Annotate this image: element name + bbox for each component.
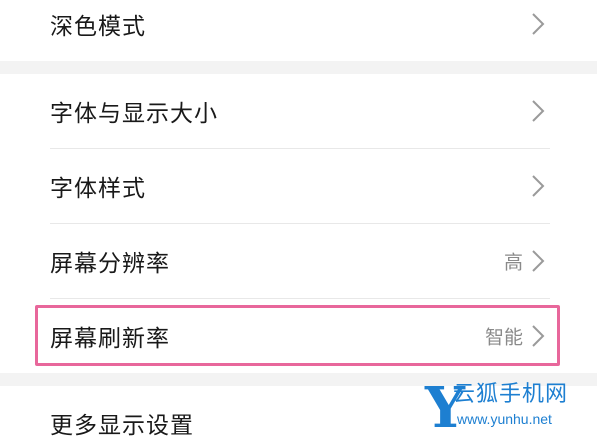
row-label: 更多显示设置: [50, 413, 194, 439]
row-label: 字体样式: [50, 176, 146, 202]
chevron-right-icon: [531, 12, 545, 36]
chevron-right-icon: [531, 249, 545, 273]
chevron-right-icon: [531, 174, 545, 198]
watermark-name: 云狐手机网: [453, 382, 569, 407]
row-label: 深色模式: [50, 14, 146, 40]
row-label: 屏幕分辨率: [50, 251, 170, 277]
watermark-logo: Y 云狐手机网 www.yunhu.net: [425, 378, 597, 444]
row-font-style[interactable]: 字体样式: [0, 149, 597, 223]
watermark-url: www.yunhu.net: [457, 411, 552, 427]
row-label: 屏幕刷新率: [50, 326, 170, 352]
row-value: 智能: [484, 326, 523, 349]
row-label: 字体与显示大小: [50, 101, 218, 127]
chevron-right-icon: [531, 99, 545, 123]
row-value: 高: [503, 251, 523, 274]
row-screen-resolution[interactable]: 屏幕分辨率 高: [0, 224, 597, 298]
row-font-and-display-size[interactable]: 字体与显示大小: [0, 74, 597, 148]
chevron-right-icon: [531, 324, 545, 348]
section-gap: [0, 60, 597, 74]
row-dark-mode[interactable]: 深色模式: [0, 0, 597, 61]
row-screen-refresh-rate[interactable]: 屏幕刷新率 智能: [0, 299, 597, 373]
